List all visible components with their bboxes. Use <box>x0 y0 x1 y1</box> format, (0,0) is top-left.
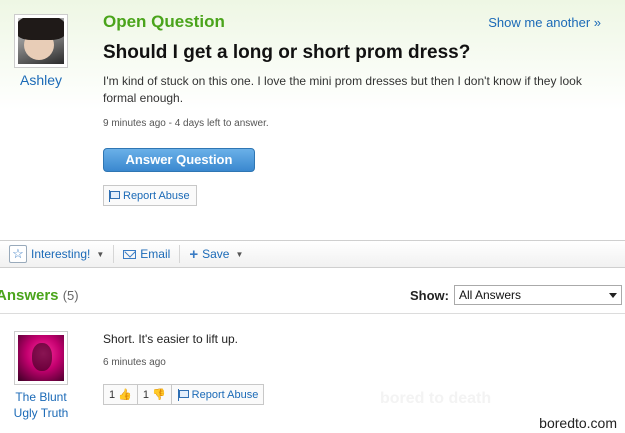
question-panel <box>0 0 625 240</box>
answerer-name-line1: The Blunt <box>15 390 67 404</box>
interesting-button[interactable]: ☆ Interesting! ▼ <box>0 245 113 263</box>
email-label: Email <box>140 247 171 261</box>
thumbs-up-count: 1 <box>109 388 116 401</box>
asker-avatar[interactable] <box>14 14 68 68</box>
answer-report-abuse-button[interactable]: Report Abuse <box>171 384 265 405</box>
thumbs-up-button[interactable]: 1 👍 <box>103 384 138 405</box>
plus-icon: + <box>189 245 199 263</box>
answer-meta: 6 minutes ago <box>103 357 166 368</box>
report-abuse-label: Report Abuse <box>123 189 190 202</box>
answerer-avatar-image <box>18 335 64 381</box>
asker-name-link[interactable]: Ashley <box>14 72 68 88</box>
flag-icon <box>177 388 189 401</box>
save-label: Save <box>202 247 230 261</box>
save-button[interactable]: + Save ▼ <box>179 245 252 263</box>
answer-question-button[interactable]: Answer Question <box>103 148 255 172</box>
answers-count: (5) <box>62 288 79 303</box>
flag-icon <box>108 189 120 202</box>
thumbs-down-icon: 👎 <box>151 389 166 401</box>
answerer-name-line2: Ugly Truth <box>13 406 69 420</box>
thumbs-down-count: 1 <box>142 388 149 401</box>
email-button[interactable]: Email <box>113 245 179 263</box>
answerer-avatar[interactable] <box>14 331 68 385</box>
star-icon: ☆ <box>9 245 27 263</box>
watermark: bored to death <box>380 390 492 407</box>
answers-filter-select[interactable]: All Answers <box>454 285 622 305</box>
question-meta: 9 minutes ago - 4 days left to answer. <box>103 118 269 129</box>
answers-filter-value: All Answers <box>459 288 522 302</box>
thumbs-down-button[interactable]: 1 👎 <box>137 384 172 405</box>
answer-vote-row: 1 👍 1 👎 Report Abuse <box>103 384 265 405</box>
asker-avatar-image <box>18 18 64 64</box>
thumbs-up-icon: 👍 <box>118 389 132 401</box>
report-abuse-button[interactable]: Report Abuse <box>103 185 197 206</box>
question-body: I'm kind of stuck on this one. I love th… <box>103 74 582 105</box>
show-filter-label: Show: <box>410 288 449 303</box>
chevron-down-icon: ▼ <box>235 249 244 259</box>
answerer-name-link[interactable]: The Blunt Ugly Truth <box>4 389 78 421</box>
show-another-link[interactable]: Show me another » <box>488 15 601 30</box>
divider <box>0 313 625 314</box>
question-action-bar: ☆ Interesting! ▼ Email + Save ▼ <box>0 240 625 268</box>
site-credit: boredto.com <box>539 415 617 431</box>
answers-heading-label: Answers <box>0 287 59 304</box>
chevron-down-icon <box>609 293 617 298</box>
chevron-down-icon: ▼ <box>96 249 105 259</box>
answer-text: Short. It's easier to lift up. <box>103 332 239 346</box>
section-label: Open Question <box>103 12 225 31</box>
answer-report-abuse-label: Report Abuse <box>191 388 259 401</box>
mail-icon <box>123 249 137 259</box>
question-title: Should I get a long or short prom dress? <box>103 42 471 63</box>
interesting-label: Interesting! <box>31 247 91 261</box>
answers-heading: Answers (5) <box>0 287 79 304</box>
